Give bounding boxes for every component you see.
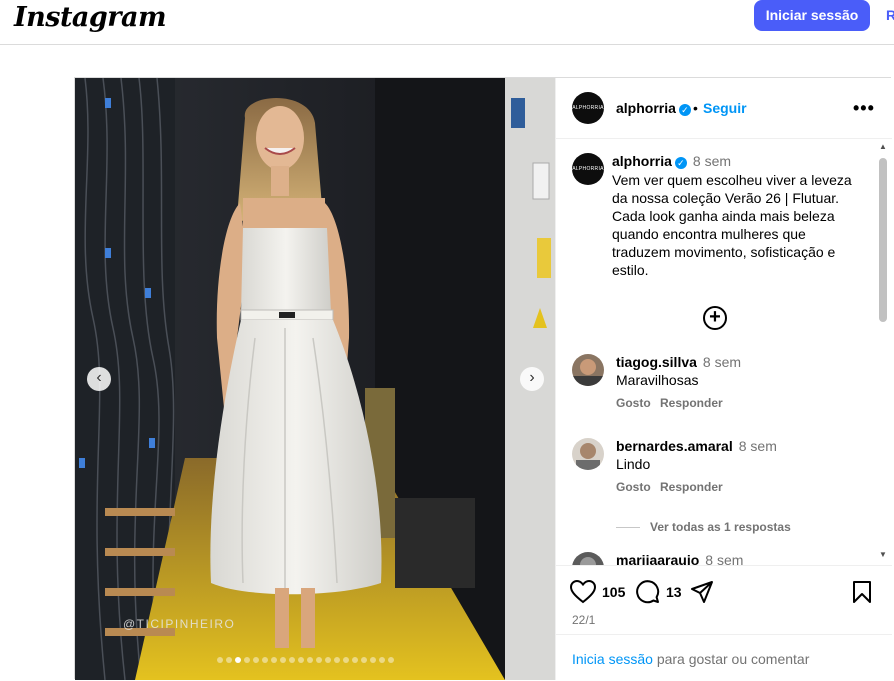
carousel-dot xyxy=(325,657,331,663)
replies-divider xyxy=(616,527,640,529)
post-media[interactable]: @TICIPINHEIRO ‹ › xyxy=(75,78,555,680)
carousel-dot xyxy=(235,657,241,663)
carousel-dot xyxy=(370,657,376,663)
verified-badge-icon: ✓ xyxy=(678,104,691,116)
comments-count[interactable]: 13 xyxy=(666,584,682,600)
caption-author-avatar[interactable]: ALPHORRIA xyxy=(572,153,604,185)
carousel-dot xyxy=(361,657,367,663)
carousel-dot xyxy=(289,657,295,663)
commenter-username[interactable]: mariiaaraujo xyxy=(616,552,699,565)
author-username-text[interactable]: alphorria xyxy=(616,100,676,116)
signup-link[interactable]: R xyxy=(886,7,894,23)
carousel-dot xyxy=(280,657,286,663)
post-date: 22/1 xyxy=(572,613,596,627)
login-prompt: Inicia sessão para gostar ou comentar xyxy=(556,634,892,681)
comment-header: bernardes.amaral 8 sem xyxy=(616,438,777,456)
comment-text: Lindo xyxy=(616,456,651,472)
caption-username[interactable]: alphorria xyxy=(612,153,672,169)
carousel-dot xyxy=(262,657,268,663)
commenter-avatar[interactable] xyxy=(572,354,604,386)
instagram-logo[interactable]: Instagram xyxy=(14,2,167,33)
comment-header: mariiaaraujo 8 sem xyxy=(616,552,743,565)
caption-text: Vem ver quem escolheu viver a leveza da … xyxy=(612,172,852,278)
login-prompt-link[interactable]: Inicia sessão xyxy=(572,651,653,667)
carousel-dot xyxy=(217,657,223,663)
carousel-dot xyxy=(352,657,358,663)
photo-watermark: @TICIPINHEIRO xyxy=(123,617,236,631)
carousel-dot xyxy=(379,657,385,663)
login-button[interactable]: Iniciar sessão xyxy=(754,0,870,31)
comment-time: 8 sem xyxy=(738,438,777,454)
comment-time: 8 sem xyxy=(702,354,742,370)
post-photo xyxy=(75,78,555,680)
scroll-up-arrow-icon[interactable]: ▲ xyxy=(879,142,887,151)
carousel-dot xyxy=(298,657,304,663)
scroll-down-arrow-icon[interactable]: ▼ xyxy=(879,550,887,559)
post-header: ALPHORRIA alphorria ✓ • Seguir ••• xyxy=(556,78,892,139)
scrollbar-thumb[interactable] xyxy=(879,158,887,322)
load-more-comments-icon[interactable]: + xyxy=(703,306,727,330)
commenter-avatar[interactable] xyxy=(572,438,604,470)
carousel-dot xyxy=(388,657,394,663)
comment-time: 8 sem xyxy=(705,552,744,565)
carousel-dot xyxy=(316,657,322,663)
comments-scrollbar[interactable]: ▲ ▼ xyxy=(876,140,890,565)
next-slide-button[interactable]: › xyxy=(520,367,544,391)
follow-button[interactable]: Seguir xyxy=(703,100,747,116)
carousel-dot xyxy=(343,657,349,663)
top-navigation-bar: Instagram Iniciar sessão R xyxy=(0,0,894,45)
post-container: @TICIPINHEIRO ‹ › ALPHORRIA alphorria ✓ •… xyxy=(74,77,892,680)
caption-time: 8 sem xyxy=(692,153,732,169)
carousel-dot xyxy=(244,657,250,663)
separator-dot: • xyxy=(693,100,698,116)
commenter-username[interactable]: tiagog.sillva xyxy=(616,354,697,370)
comment-text: Maravilhosas xyxy=(616,372,699,388)
carousel-dot xyxy=(334,657,340,663)
view-replies-label[interactable]: Ver todas as 1 respostas xyxy=(650,520,791,534)
comment-item: mariiaaraujo 8 sem xyxy=(556,552,876,565)
comment-reply-button[interactable]: Responder xyxy=(660,396,723,410)
comment-icon[interactable] xyxy=(636,580,660,609)
comment-reply-button[interactable]: Responder xyxy=(660,480,723,494)
commenter-username[interactable]: bernardes.amaral xyxy=(616,438,733,454)
carousel-dot xyxy=(253,657,259,663)
login-prompt-text: para gostar ou comentar xyxy=(652,651,810,667)
previous-slide-button[interactable]: ‹ xyxy=(87,367,111,391)
post-actions: 105 13 22/1 Inicia sessão para gostar ou… xyxy=(556,565,892,680)
comment-like-button[interactable]: Gosto xyxy=(616,396,651,410)
comments-scroll-area[interactable]: ALPHORRIA alphorria ✓ 8 sem Vem ver quem e… xyxy=(556,140,892,565)
carousel-dot xyxy=(307,657,313,663)
comment-item: tiagog.sillva 8 sem Maravilhosas Gosto Re… xyxy=(556,354,876,438)
author-username[interactable]: alphorria ✓ xyxy=(616,100,691,118)
save-icon[interactable] xyxy=(852,580,872,609)
carousel-indicator xyxy=(217,657,394,665)
comment-header: tiagog.sillva 8 sem xyxy=(616,354,741,372)
comment-like-button[interactable]: Gosto xyxy=(616,480,651,494)
carousel-dot xyxy=(226,657,232,663)
post-side-panel: ALPHORRIA alphorria ✓ • Seguir ••• ALPHOR… xyxy=(555,78,892,680)
share-icon[interactable] xyxy=(690,580,714,609)
likes-count[interactable]: 105 xyxy=(602,584,625,600)
author-avatar[interactable]: ALPHORRIA xyxy=(572,92,604,124)
comment-item: bernardes.amaral 8 sem Lindo Gosto Respon… xyxy=(556,438,876,522)
caption-header: alphorria ✓ 8 sem xyxy=(612,153,731,171)
verified-badge-icon: ✓ xyxy=(674,157,687,169)
more-options-icon[interactable]: ••• xyxy=(853,98,875,119)
like-icon[interactable] xyxy=(569,579,597,609)
carousel-dot xyxy=(271,657,277,663)
view-replies-button[interactable]: Ver todas as 1 respostas xyxy=(616,520,791,534)
commenter-avatar[interactable] xyxy=(572,552,604,565)
